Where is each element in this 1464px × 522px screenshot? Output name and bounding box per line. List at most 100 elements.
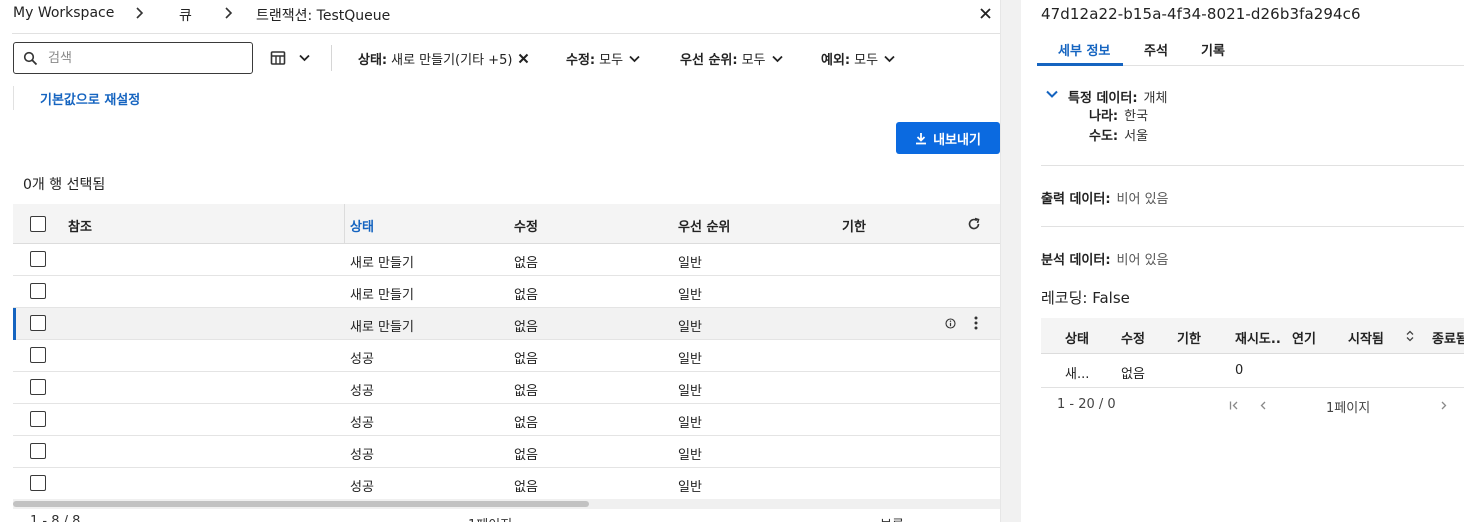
previous-page-icon[interactable] xyxy=(1259,401,1267,410)
tab-comments[interactable]: 주석 xyxy=(1144,40,1168,59)
first-page-icon[interactable] xyxy=(1229,401,1239,410)
horizontal-scrollbar[interactable] xyxy=(13,499,1000,509)
breadcrumb-workspace[interactable]: My Workspace xyxy=(13,5,114,21)
next-page-icon[interactable] xyxy=(1440,401,1448,410)
capital-field: 수도: 서울 xyxy=(1089,125,1148,144)
capital-value: 서울 xyxy=(1124,129,1149,144)
table-row[interactable]: 새로 만들기 없음 일반 xyxy=(13,244,1000,276)
chevron-right-icon xyxy=(225,7,233,19)
cell-status: 새로 만들기 xyxy=(350,320,414,335)
table-row[interactable]: 성공 없음 일반 xyxy=(13,468,1000,500)
analytics-data-label: 분석 데이터: xyxy=(1041,253,1111,268)
chevron-down-icon xyxy=(629,55,640,62)
info-icon[interactable] xyxy=(945,317,956,329)
pane-splitter[interactable] xyxy=(1000,0,1021,522)
specific-data-value: 개체 xyxy=(1143,91,1168,106)
breadcrumb-queue[interactable]: 큐 xyxy=(179,5,192,25)
row-checkbox[interactable] xyxy=(30,411,46,427)
history-pager-range: 1 - 20 / 0 xyxy=(1057,397,1116,412)
cell-priority: 일반 xyxy=(678,352,702,367)
output-data-value: 비어 있음 xyxy=(1116,192,1169,207)
select-all-checkbox[interactable] xyxy=(30,216,46,232)
filter-revision[interactable]: 수정: 모두 xyxy=(566,49,640,68)
output-data-label: 출력 데이터: xyxy=(1041,192,1111,207)
cell-priority: 일반 xyxy=(678,320,702,335)
filter-status-value: 새로 만들기(기타 +5) xyxy=(391,53,513,68)
history-column-started[interactable]: 시작됨 xyxy=(1348,328,1384,347)
row-checkbox[interactable] xyxy=(30,283,46,299)
breadcrumb-current: 트랜잭션: TestQueue xyxy=(256,8,391,24)
filter-status-label: 상태: xyxy=(358,53,388,68)
column-header-revision[interactable]: 수정 xyxy=(514,216,538,235)
table-row[interactable]: 성공 없음 일반 xyxy=(13,372,1000,404)
more-options-icon[interactable] xyxy=(974,316,978,330)
detail-tabs: 세부 정보 주석 기록 xyxy=(1041,32,1464,66)
row-checkbox[interactable] xyxy=(30,251,46,267)
divider xyxy=(1041,226,1464,227)
toolbar-divider xyxy=(331,45,332,71)
history-column-status[interactable]: 상태 xyxy=(1065,328,1089,347)
filter-exception-label: 예외: xyxy=(821,53,851,68)
table-row[interactable]: 새로 만들기 없음 일반 xyxy=(13,276,1000,308)
row-checkbox[interactable] xyxy=(30,443,46,459)
chevron-down-icon[interactable] xyxy=(1046,90,1058,99)
tab-history[interactable]: 기록 xyxy=(1201,40,1225,59)
close-icon[interactable] xyxy=(979,7,992,20)
analytics-data: 분석 데이터: 비어 있음 xyxy=(1041,249,1169,268)
filter-revision-value: 모두 xyxy=(599,53,624,68)
table-row[interactable]: 성공 없음 일반 xyxy=(13,340,1000,372)
history-column-ended[interactable]: 종료됨 xyxy=(1432,328,1464,347)
history-column-due[interactable]: 기한 xyxy=(1177,328,1201,347)
sort-icon[interactable] xyxy=(1406,330,1414,342)
row-checkbox[interactable] xyxy=(30,475,46,491)
refresh-icon[interactable] xyxy=(967,217,981,231)
divider xyxy=(12,33,1000,34)
filter-priority[interactable]: 우선 순위: 모두 xyxy=(680,49,783,68)
cell-priority: 일반 xyxy=(678,384,702,399)
pager-range: 1 - 8 / 8 xyxy=(30,514,81,522)
history-column-retry[interactable]: 재시도.. xyxy=(1235,328,1281,347)
filter-exception[interactable]: 예외: 모두 xyxy=(821,49,895,68)
scrollbar-thumb[interactable] xyxy=(13,501,589,507)
history-table: 상태 수정 기한 재시도.. 연기 시작됨 종료됨 새... 없음 0 1 - … xyxy=(1041,318,1464,422)
search-input[interactable] xyxy=(48,49,244,67)
cell-revision: 없음 xyxy=(514,352,538,367)
row-checkbox[interactable] xyxy=(30,347,46,363)
tab-details[interactable]: 세부 정보 xyxy=(1058,40,1110,59)
transactions-table: 참조 상태 수정 우선 순위 기한 새로 만들기 없음 일반 새로 만들기 없음 일반 새로… xyxy=(13,204,1000,500)
cell-status: 성공 xyxy=(350,448,374,463)
column-header-due[interactable]: 기한 xyxy=(842,216,866,235)
table-columns-icon xyxy=(270,51,286,65)
table-row[interactable]: 성공 없음 일반 xyxy=(13,436,1000,468)
chevron-down-icon xyxy=(299,54,310,62)
export-button[interactable]: 내보내기 xyxy=(896,122,1000,154)
history-column-postpone[interactable]: 연기 xyxy=(1292,328,1316,347)
column-header-priority[interactable]: 우선 순위 xyxy=(678,216,730,235)
reset-filters-link[interactable]: 기본값으로 재설정 xyxy=(40,89,140,108)
detail-pane: 47d12a22-b15a-4f34-8021-d26b3fa294c6 세부 … xyxy=(1021,0,1464,522)
table-body: 새로 만들기 없음 일반 새로 만들기 없음 일반 새로 만들기 없음 일반 성공 없음 일반 성공 없음… xyxy=(13,244,1000,500)
history-row[interactable]: 새... 없음 0 xyxy=(1041,354,1464,388)
capital-label: 수도: xyxy=(1089,129,1119,144)
column-header-reference[interactable]: 참조 xyxy=(68,216,92,235)
history-pager-page: 1페이지 xyxy=(1326,401,1371,416)
history-column-revision[interactable]: 수정 xyxy=(1121,328,1145,347)
filter-status[interactable]: 상태: 새로 만들기(기타 +5) xyxy=(358,49,529,68)
pager-page: 1페이지 xyxy=(468,514,512,522)
country-label: 나라: xyxy=(1089,109,1119,124)
search-icon xyxy=(23,51,38,66)
column-header-status[interactable]: 상태 xyxy=(350,216,374,235)
column-picker-button[interactable] xyxy=(270,49,314,67)
row-checkbox[interactable] xyxy=(30,315,46,331)
close-icon[interactable] xyxy=(518,53,529,64)
table-row[interactable]: 새로 만들기 없음 일반 xyxy=(13,308,1000,340)
row-checkbox[interactable] xyxy=(30,379,46,395)
filter-exception-value: 모두 xyxy=(854,53,879,68)
chevron-down-icon xyxy=(884,55,895,62)
export-button-label: 내보내기 xyxy=(933,132,981,148)
cell-status: 새로 만들기 xyxy=(350,256,414,271)
column-divider xyxy=(344,204,345,244)
search-box[interactable] xyxy=(13,42,253,74)
table-row[interactable]: 성공 없음 일반 xyxy=(13,404,1000,436)
cell-revision: 없음 xyxy=(514,416,538,431)
